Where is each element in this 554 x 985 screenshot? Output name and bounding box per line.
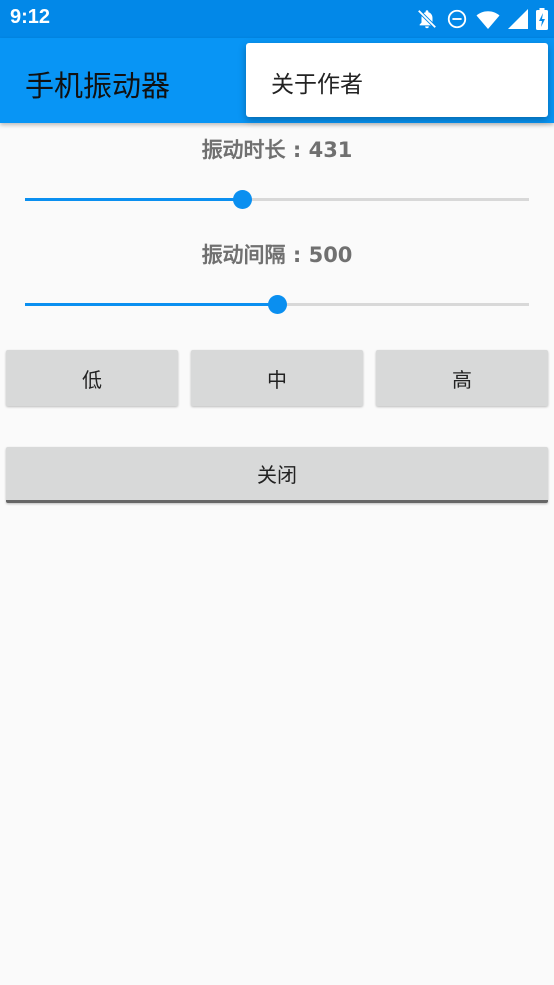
overflow-menu: 关于作者 — [246, 43, 548, 117]
close-button[interactable]: 关闭 — [6, 447, 548, 503]
duration-slider[interactable] — [25, 189, 529, 209]
slider-fill — [25, 198, 242, 201]
interval-slider[interactable] — [25, 294, 529, 314]
slider-thumb[interactable] — [232, 190, 252, 209]
app-title: 手机振动器 — [25, 69, 171, 103]
duration-label: 振动时长 : 431 — [201, 138, 353, 162]
slider-thumb[interactable] — [268, 295, 287, 314]
signal-icon — [508, 9, 528, 29]
slider-fill — [25, 303, 277, 306]
status-icons — [416, 7, 548, 31]
medium-button[interactable]: 中 — [191, 350, 363, 406]
notifications-off-icon — [416, 8, 438, 30]
low-button[interactable]: 低 — [6, 350, 178, 406]
battery-charging-icon — [536, 8, 548, 30]
status-bar: 9:12 — [0, 0, 554, 38]
wifi-icon — [476, 8, 500, 30]
high-button[interactable]: 高 — [376, 350, 548, 406]
do-not-disturb-icon — [446, 8, 468, 30]
menu-item-about-author[interactable]: 关于作者 — [246, 43, 548, 117]
status-time: 9:12 — [10, 6, 51, 28]
interval-label: 振动间隔 : 500 — [201, 243, 353, 267]
